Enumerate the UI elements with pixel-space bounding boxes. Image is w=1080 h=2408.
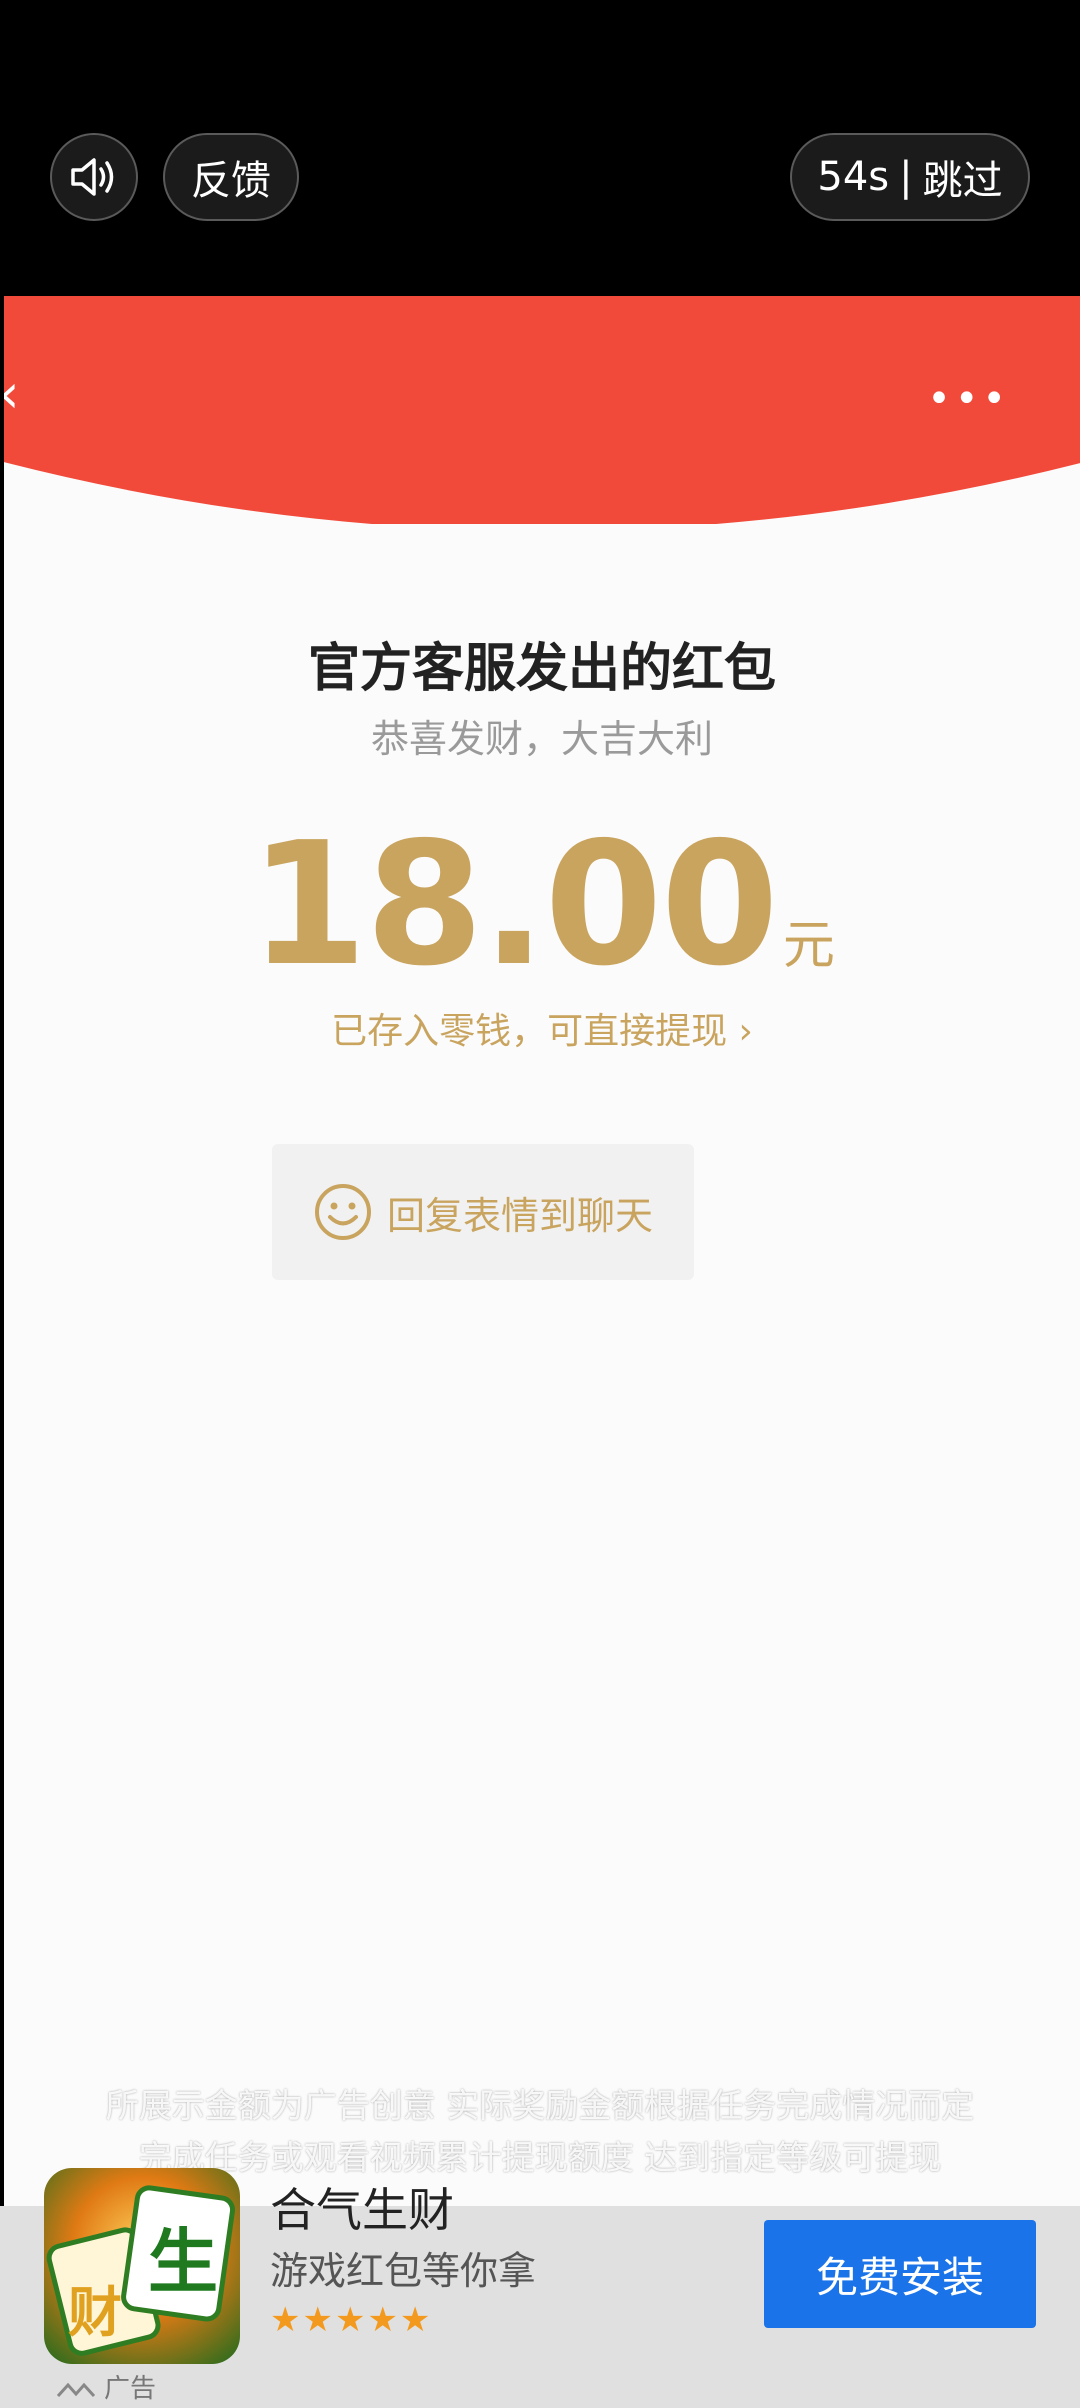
countdown-timer: 54s	[817, 154, 890, 200]
skip-label: 跳过	[922, 158, 1003, 204]
speaker-icon	[71, 158, 114, 196]
more-menu-icon: •••	[927, 376, 1010, 422]
ad-label: 广告	[56, 2368, 156, 2405]
red-packet-title: 官方客服发出的红包	[307, 639, 776, 699]
sound-toggle-button[interactable]	[50, 133, 138, 221]
skip-button[interactable]: 54s | 跳过	[790, 133, 1030, 221]
amount-value: 18.00	[249, 806, 779, 1004]
tile-char-b: 财	[68, 2281, 122, 2344]
reply-emoji-button: 回复表情到聊天	[272, 1144, 694, 1280]
feedback-button[interactable]: 反馈	[163, 133, 299, 221]
feedback-label: 反馈	[191, 158, 271, 204]
red-packet-greeting: 恭喜发财，大吉大利	[370, 717, 713, 761]
deposit-link: 已存入零钱，可直接提现 ›	[331, 1011, 753, 1052]
red-packet-amount: 18.00 元	[4, 806, 1080, 1004]
ad-video-area[interactable]: ‹ ••• 官方客服发出的红包 恭喜发财，大吉大利 18.00元 已存入零钱，可…	[4, 296, 1080, 2208]
rating-stars: ★★★★★	[270, 2300, 433, 2340]
back-chevron-icon: ‹	[4, 362, 20, 425]
disclaimer-line-1: 所展示金额为广告创意 实际奖励金额根据任务完成情况而定	[105, 2086, 975, 2125]
red-envelope-header	[4, 296, 1080, 524]
separator: |	[899, 154, 913, 200]
tile-char-a: 生	[148, 2221, 218, 2303]
ad-network-logo-icon	[56, 2382, 96, 2397]
app-icon[interactable]: 生 财	[44, 2168, 240, 2364]
app-name: 合气生财	[270, 2183, 454, 2237]
ad-tag-label: 广告	[104, 2374, 157, 2404]
amount-unit: 元	[782, 916, 835, 976]
app-description: 游戏红包等你拿	[270, 2249, 537, 2293]
reply-label: 回复表情到聊天	[386, 1193, 653, 1238]
smiley-icon	[314, 1184, 371, 1240]
install-button[interactable]: 免费安装	[764, 2220, 1036, 2328]
